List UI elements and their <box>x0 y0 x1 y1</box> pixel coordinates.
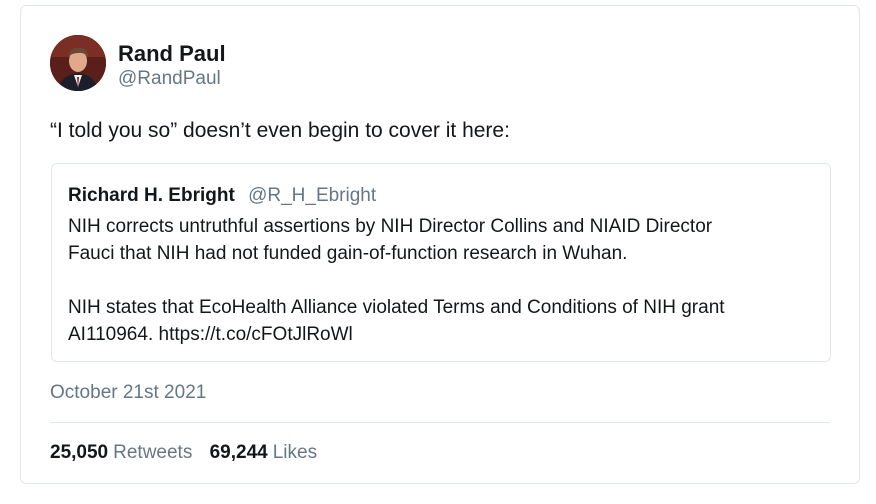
quoted-tweet-body: NIH corrects untruthful assertions by NI… <box>68 213 818 348</box>
quoted-text-line-with-link[interactable]: AI110964. https://t.co/cFOtJlRoWl <box>68 321 818 348</box>
quoted-tweet[interactable]: Richard H. Ebright @R_H_Ebright NIH corr… <box>51 163 831 362</box>
tweet-date[interactable]: October 21st 2021 <box>50 382 206 404</box>
tweet-text: “I told you so” doesn’t even begin to co… <box>50 119 510 142</box>
likes-label: Likes <box>272 442 318 463</box>
author-handle[interactable]: @RandPaul <box>118 68 221 90</box>
tweet-stats: 25,050 Retweets 69,244 Likes <box>50 442 329 464</box>
likes-count: 69,244 <box>209 442 268 463</box>
author-avatar[interactable] <box>50 35 106 91</box>
quoted-text-line: NIH states that EcoHealth Alliance viola… <box>68 297 725 318</box>
likes-stat[interactable]: 69,244 Likes <box>210 442 317 463</box>
retweets-label: Retweets <box>113 442 193 463</box>
tweet-header[interactable]: Rand Paul @RandPaul <box>50 35 450 91</box>
author-name[interactable]: Rand Paul <box>118 41 226 67</box>
divider <box>50 422 830 423</box>
quoted-tweet-header: Richard H. Ebright @R_H_Ebright <box>68 185 376 207</box>
tweet-card: Rand Paul @RandPaul “I told you so” does… <box>20 5 860 484</box>
quoted-text-line: NIH corrects untruthful assertions by NI… <box>68 216 713 237</box>
quoted-text-line: Fauci that NIH had not funded gain-of-fu… <box>68 243 628 264</box>
quoted-author-handle[interactable]: @R_H_Ebright <box>248 185 376 206</box>
quoted-author-name[interactable]: Richard H. Ebright <box>68 185 235 206</box>
retweets-count: 25,050 <box>50 442 109 463</box>
retweets-stat[interactable]: 25,050 Retweets <box>50 442 192 463</box>
